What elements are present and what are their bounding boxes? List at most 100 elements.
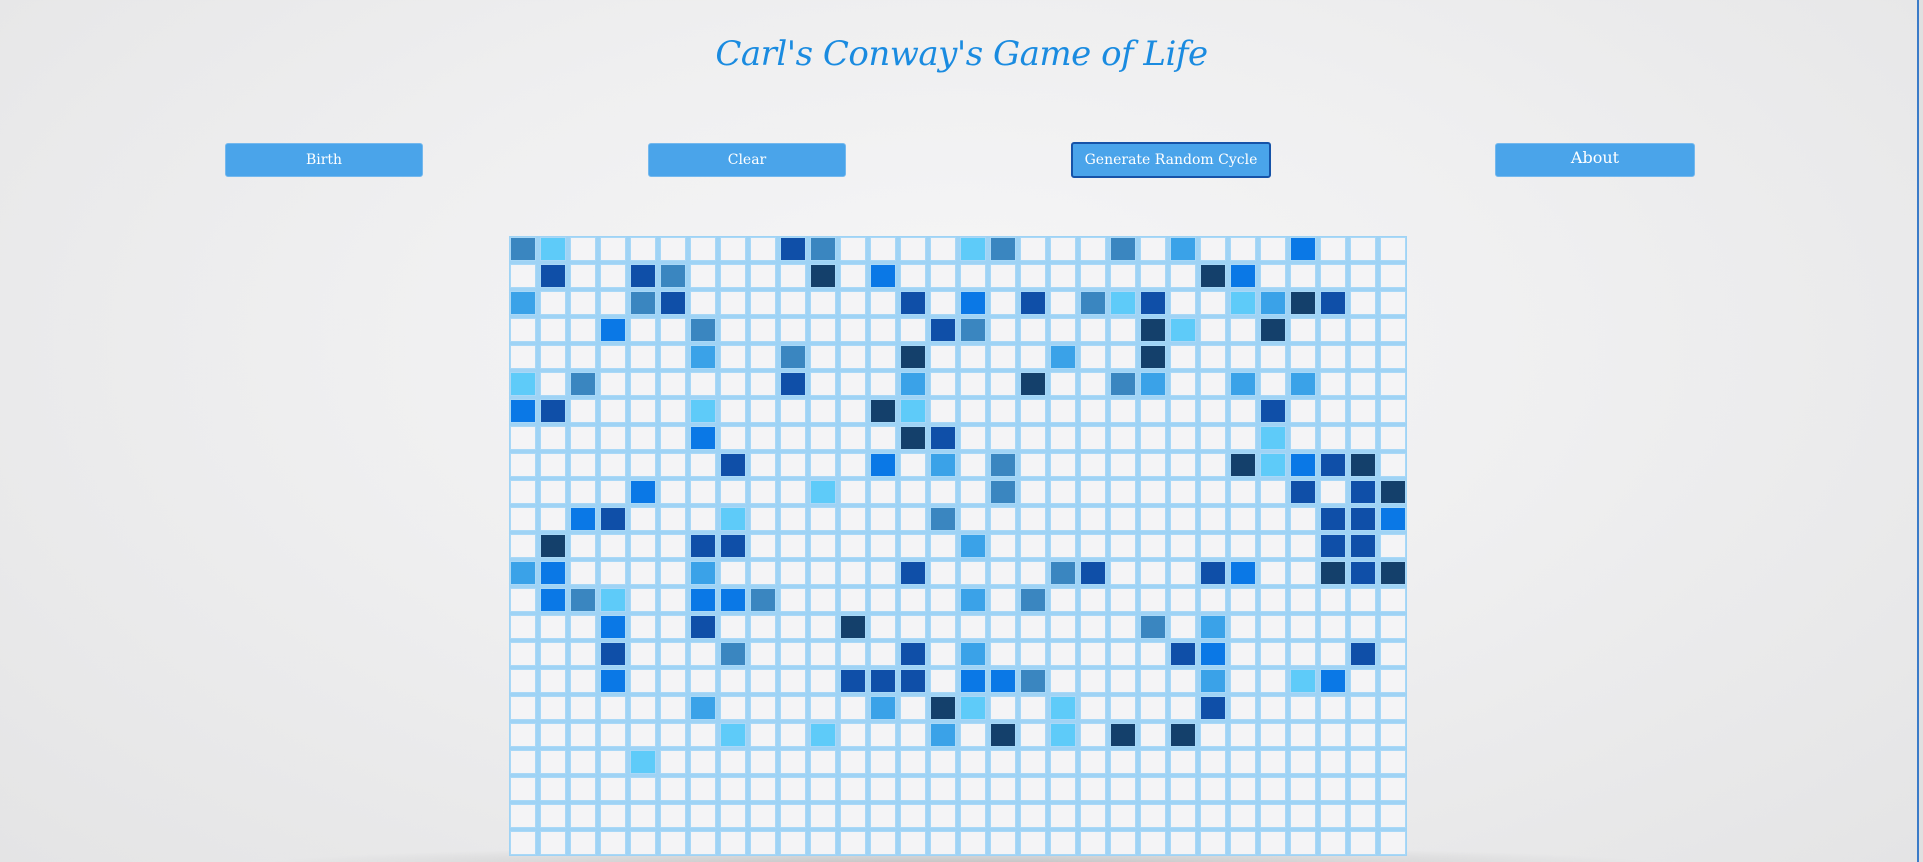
clear-button[interactable]: Clear [648,143,846,177]
cell[interactable] [600,426,626,450]
cell[interactable] [750,804,776,828]
cell[interactable] [510,669,536,693]
cell[interactable] [930,777,956,801]
cell[interactable] [690,669,716,693]
cell[interactable] [780,561,806,585]
cell[interactable] [840,453,866,477]
live-cell[interactable] [1200,561,1226,585]
cell[interactable] [1080,345,1106,369]
cell[interactable] [870,831,896,855]
cell[interactable] [930,480,956,504]
live-cell[interactable] [1140,318,1166,342]
cell[interactable] [630,345,656,369]
cell[interactable] [870,561,896,585]
live-cell[interactable] [990,669,1016,693]
cell[interactable] [900,237,926,261]
cell[interactable] [1140,399,1166,423]
cell[interactable] [630,831,656,855]
live-cell[interactable] [1020,372,1046,396]
cell[interactable] [1110,399,1136,423]
cell[interactable] [840,399,866,423]
cell[interactable] [840,426,866,450]
live-cell[interactable] [840,615,866,639]
cell[interactable] [570,345,596,369]
cell[interactable] [1320,399,1346,423]
cell[interactable] [1050,588,1076,612]
cell[interactable] [1200,426,1226,450]
cell[interactable] [1260,507,1286,531]
live-cell[interactable] [1350,561,1376,585]
cell[interactable] [960,750,986,774]
cell[interactable] [600,291,626,315]
cell[interactable] [1230,804,1256,828]
cell[interactable] [1110,804,1136,828]
live-cell[interactable] [690,534,716,558]
cell[interactable] [720,345,746,369]
cell[interactable] [900,453,926,477]
cell[interactable] [1200,291,1226,315]
cell[interactable] [660,345,686,369]
live-cell[interactable] [840,669,866,693]
cell[interactable] [1260,561,1286,585]
cell[interactable] [1260,534,1286,558]
live-cell[interactable] [540,399,566,423]
cell[interactable] [840,264,866,288]
cell[interactable] [1140,561,1166,585]
cell[interactable] [690,372,716,396]
cell[interactable] [510,804,536,828]
cell[interactable] [900,696,926,720]
cell[interactable] [1170,831,1196,855]
cell[interactable] [1200,534,1226,558]
cell[interactable] [1140,507,1166,531]
cell[interactable] [840,372,866,396]
cell[interactable] [540,318,566,342]
cell[interactable] [780,588,806,612]
cell[interactable] [1290,534,1316,558]
cell[interactable] [660,615,686,639]
cell[interactable] [1110,507,1136,531]
live-cell[interactable] [540,561,566,585]
live-cell[interactable] [1230,561,1256,585]
cell[interactable] [1170,534,1196,558]
cell[interactable] [1170,777,1196,801]
cell[interactable] [1080,669,1106,693]
cell[interactable] [1320,345,1346,369]
cell[interactable] [510,723,536,747]
cell[interactable] [930,750,956,774]
cell[interactable] [930,534,956,558]
cell[interactable] [840,723,866,747]
cell[interactable] [1290,318,1316,342]
live-cell[interactable] [1200,615,1226,639]
cell[interactable] [1380,723,1406,747]
live-cell[interactable] [690,426,716,450]
live-cell[interactable] [1110,372,1136,396]
live-cell[interactable] [960,696,986,720]
cell[interactable] [930,399,956,423]
cell[interactable] [750,669,776,693]
live-cell[interactable] [810,237,836,261]
cell[interactable] [1110,345,1136,369]
cell[interactable] [1020,399,1046,423]
cell[interactable] [630,777,656,801]
cell[interactable] [720,480,746,504]
live-cell[interactable] [570,507,596,531]
live-cell[interactable] [1260,453,1286,477]
cell[interactable] [630,453,656,477]
cell[interactable] [1050,831,1076,855]
live-cell[interactable] [1290,480,1316,504]
live-cell[interactable] [960,318,986,342]
cell[interactable] [1320,777,1346,801]
cell[interactable] [960,480,986,504]
live-cell[interactable] [1140,372,1166,396]
cell[interactable] [540,507,566,531]
cell[interactable] [930,588,956,612]
cell[interactable] [930,669,956,693]
cell[interactable] [1020,480,1046,504]
cell[interactable] [510,696,536,720]
cell[interactable] [1020,750,1046,774]
cell[interactable] [810,453,836,477]
cell[interactable] [990,750,1016,774]
cell[interactable] [870,777,896,801]
live-cell[interactable] [690,588,716,612]
cell[interactable] [690,642,716,666]
